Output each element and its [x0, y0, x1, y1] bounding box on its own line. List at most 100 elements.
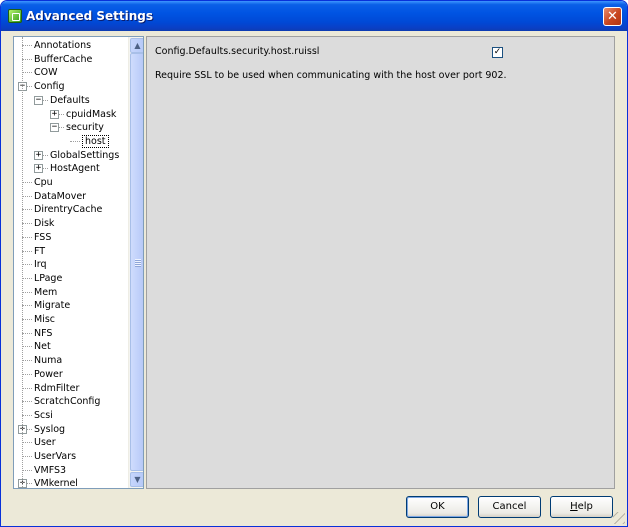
tree-connector [22, 223, 32, 225]
settings-tree: Annotations BufferCache COW − Config − Default… [13, 36, 144, 489]
tree-item-syslog[interactable]: + Syslog [14, 423, 128, 436]
tree-item-irq[interactable]: Irq [14, 258, 128, 271]
tree-item-label: Annotations [34, 40, 92, 51]
scroll-up-arrow-icon[interactable]: ▲ [130, 38, 143, 53]
tree-connector [22, 360, 32, 362]
tree-item-label: security [66, 122, 104, 134]
tree-item-label: FT [34, 245, 46, 257]
tree-connector [22, 45, 32, 46]
tree-connector [22, 264, 32, 266]
tree-item-fss[interactable]: FSS [14, 231, 128, 244]
tree-item-label: Numa [34, 355, 63, 367]
help-button[interactable]: Help [550, 496, 613, 518]
collapse-icon[interactable]: − [34, 95, 43, 105]
tree-connector [22, 401, 32, 403]
tree-item-misc[interactable]: Misc [14, 313, 128, 326]
setting-name: Config.Defaults.security.host.ruissl [155, 46, 320, 57]
tree-item-buffercache[interactable]: BufferCache [14, 53, 128, 66]
tree-item-cpuidmask[interactable]: + cpuidMask [14, 108, 128, 121]
app-icon [8, 9, 22, 23]
tree-item-label: Net [34, 341, 51, 353]
tree-item-disk[interactable]: Disk [14, 217, 128, 230]
tree-item-lpage[interactable]: LPage [14, 272, 128, 285]
tree-item-numa[interactable]: Numa [14, 354, 128, 367]
setting-detail-panel: Config.Defaults.security.host.ruissl ✓ R… [146, 36, 615, 489]
tree-item-ft[interactable]: FT [14, 245, 128, 258]
tree-item-scratchconfig[interactable]: ScratchConfig [14, 395, 128, 408]
tree-item-label: COW [34, 67, 58, 79]
tree-item-security[interactable]: − security [14, 121, 128, 134]
tree-item-power[interactable]: Power [14, 368, 128, 381]
title-bar[interactable]: Advanced Settings ✕ [1, 1, 627, 31]
collapse-icon[interactable]: − [50, 123, 59, 133]
tree-connector [70, 140, 80, 142]
scroll-down-arrow-icon[interactable]: ▼ [130, 472, 143, 487]
setting-value-checkbox[interactable]: ✓ [492, 47, 503, 58]
tree-item-label: Syslog [34, 423, 66, 435]
tree-item-migrate[interactable]: Migrate [14, 299, 128, 312]
tree-item-config[interactable]: − Config [14, 80, 128, 93]
tree-item-label: Irq [34, 259, 47, 271]
tree-connector [22, 373, 32, 375]
tree-scrollbar[interactable]: ▲ ▼ [128, 37, 143, 488]
tree-connector [22, 291, 32, 293]
tree-item-rdmfilter[interactable]: RdmFilter [14, 382, 128, 395]
advanced-settings-window: Advanced Settings ✕ Annotations BufferCac… [0, 0, 628, 527]
tree-item-label: BufferCache [34, 53, 93, 65]
expand-icon[interactable]: + [34, 150, 43, 160]
tree-item-label: Misc [34, 314, 56, 325]
tree-connector [22, 346, 32, 348]
tree-item-label: Mem [34, 286, 58, 298]
tree-item-label: DirentryCache [34, 204, 103, 216]
tree-item-annotations[interactable]: Annotations [14, 39, 128, 52]
tree-item-label: User [34, 437, 56, 449]
cancel-button[interactable]: Cancel [478, 496, 541, 518]
tree-item-scsi[interactable]: Scsi [14, 409, 128, 422]
tree-connector [22, 236, 32, 238]
tree-item-label: Config [34, 81, 65, 93]
tree-item-host[interactable]: host [14, 134, 128, 148]
tree-item-defaults[interactable]: − Defaults [14, 94, 128, 107]
tree-item-net[interactable]: Net [14, 340, 128, 353]
expand-icon[interactable]: + [50, 109, 59, 119]
tree-item-datamover[interactable]: DataMover [14, 190, 128, 203]
tree-item-direntrycache[interactable]: DirentryCache [14, 203, 128, 216]
scroll-grip-icon [135, 259, 141, 267]
resize-grip-icon[interactable] [613, 512, 625, 524]
tree-item-nfs[interactable]: NFS [14, 327, 128, 340]
tree-item-label: Cpu [34, 177, 53, 188]
tree-item-label: Power [34, 368, 63, 380]
tree-item-label: NFS [34, 327, 53, 339]
tree-connector [22, 469, 32, 471]
tree-connector [22, 209, 32, 211]
tree-item-mem[interactable]: Mem [14, 286, 128, 299]
tree-connector [22, 305, 32, 307]
tree-connector [22, 456, 32, 457]
tree-item-user[interactable]: User [14, 436, 128, 449]
tree-item-label: VMFS3 [34, 464, 67, 476]
help-label-rest: elp [577, 501, 593, 512]
scroll-thumb[interactable] [130, 53, 143, 471]
tree-item-cpu[interactable]: Cpu [14, 176, 128, 189]
tree-item-vmkernel[interactable]: + VMkernel [14, 477, 128, 488]
tree-item-label: Defaults [50, 94, 90, 106]
setting-description: Require SSL to be used when communicatin… [155, 70, 507, 81]
tree-item-label: DataMover [34, 190, 87, 202]
tree-guide-line [22, 37, 23, 487]
tree-item-label: RdmFilter [34, 382, 80, 394]
tree-connector [22, 58, 32, 60]
close-button[interactable]: ✕ [603, 7, 622, 26]
tree-item-label: Scsi [34, 409, 53, 421]
tree-item-label: LPage [34, 272, 63, 284]
expand-icon[interactable]: + [34, 164, 43, 174]
tree-connector [22, 387, 32, 389]
ok-button[interactable]: OK [406, 496, 469, 518]
tree-item-label: Migrate [34, 300, 71, 312]
tree-item-cow[interactable]: COW [14, 66, 128, 79]
tree-item-globalsettings[interactable]: + GlobalSettings [14, 149, 128, 162]
window-title: Advanced Settings [26, 9, 154, 23]
tree-item-hostagent[interactable]: + HostAgent [14, 162, 128, 175]
tree-item-label: ScratchConfig [34, 396, 101, 408]
tree-item-uservars[interactable]: UserVars [14, 450, 128, 463]
tree-item-vmfs3[interactable]: VMFS3 [14, 464, 128, 477]
